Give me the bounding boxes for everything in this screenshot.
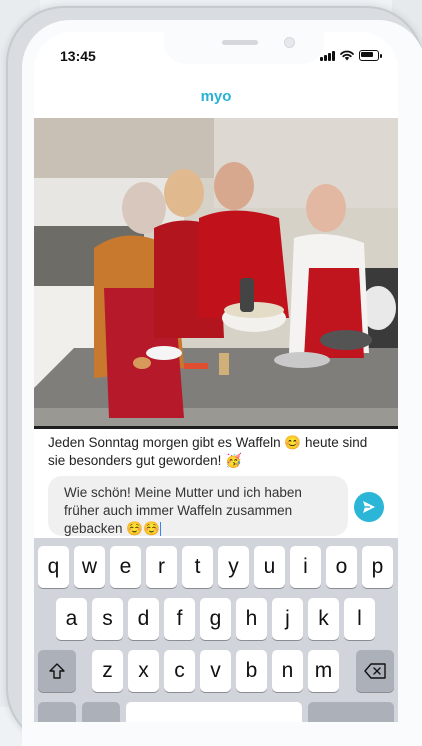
status-icons bbox=[320, 50, 382, 61]
key-t[interactable]: t bbox=[182, 546, 213, 588]
backspace-key[interactable] bbox=[356, 650, 394, 692]
key-y[interactable]: y bbox=[218, 546, 249, 588]
key-r[interactable]: r bbox=[146, 546, 177, 588]
status-time: 13:45 bbox=[60, 48, 96, 64]
key-s[interactable]: s bbox=[92, 598, 123, 640]
key-l[interactable]: l bbox=[344, 598, 375, 640]
key-d[interactable]: d bbox=[128, 598, 159, 640]
key-f[interactable]: f bbox=[164, 598, 195, 640]
message-input[interactable]: Wie schön! Meine Mutter und ich haben fr… bbox=[48, 476, 348, 538]
battery-icon bbox=[359, 50, 379, 61]
key-b[interactable]: b bbox=[236, 650, 267, 692]
key-k[interactable]: k bbox=[308, 598, 339, 640]
key-x[interactable]: x bbox=[128, 650, 159, 692]
return-key[interactable] bbox=[308, 702, 394, 722]
photo-divider bbox=[34, 426, 398, 429]
key-i[interactable]: i bbox=[290, 546, 321, 588]
numbers-key[interactable] bbox=[38, 702, 76, 722]
app-title: myo bbox=[200, 88, 232, 105]
message-input-value[interactable]: Wie schön! Meine Mutter und ich haben fr… bbox=[64, 484, 334, 538]
shift-key[interactable] bbox=[38, 650, 76, 692]
phone-screen: 13:45 myo Jeden Sonntag morgen gibt es W… bbox=[34, 32, 398, 722]
key-m[interactable]: m bbox=[308, 650, 339, 692]
front-camera bbox=[284, 37, 295, 48]
space-key[interactable] bbox=[126, 702, 302, 722]
signal-icon bbox=[320, 51, 335, 61]
key-v[interactable]: v bbox=[200, 650, 231, 692]
shift-icon bbox=[49, 663, 65, 679]
key-u[interactable]: u bbox=[254, 546, 285, 588]
post-caption: Jeden Sonntag morgen gibt es Waffeln 😊 h… bbox=[48, 435, 368, 468]
speaker-grille bbox=[222, 40, 258, 45]
key-a[interactable]: a bbox=[56, 598, 87, 640]
key-c[interactable]: c bbox=[164, 650, 195, 692]
send-button[interactable] bbox=[354, 492, 384, 522]
key-n[interactable]: n bbox=[272, 650, 303, 692]
notch bbox=[164, 32, 324, 64]
key-h[interactable]: h bbox=[236, 598, 267, 640]
key-p[interactable]: p bbox=[362, 546, 393, 588]
key-q[interactable]: q bbox=[38, 546, 69, 588]
text-caret bbox=[159, 522, 161, 537]
key-o[interactable]: o bbox=[326, 546, 357, 588]
emoji-key[interactable] bbox=[82, 702, 120, 722]
message-text: Wie schön! Meine Mutter und ich haben fr… bbox=[64, 485, 302, 536]
key-z[interactable]: z bbox=[92, 650, 123, 692]
wifi-icon bbox=[340, 50, 354, 61]
key-w[interactable]: w bbox=[74, 546, 105, 588]
key-e[interactable]: e bbox=[110, 546, 141, 588]
send-icon bbox=[363, 501, 375, 513]
post-photo[interactable] bbox=[34, 118, 398, 428]
key-g[interactable]: g bbox=[200, 598, 231, 640]
key-j[interactable]: j bbox=[272, 598, 303, 640]
battery-cap bbox=[380, 54, 382, 58]
backspace-icon bbox=[364, 663, 386, 679]
waffle-baking-photo bbox=[34, 118, 398, 428]
keyboard: qwertyuiop asdfghjkl zxcvbnm bbox=[34, 538, 398, 722]
